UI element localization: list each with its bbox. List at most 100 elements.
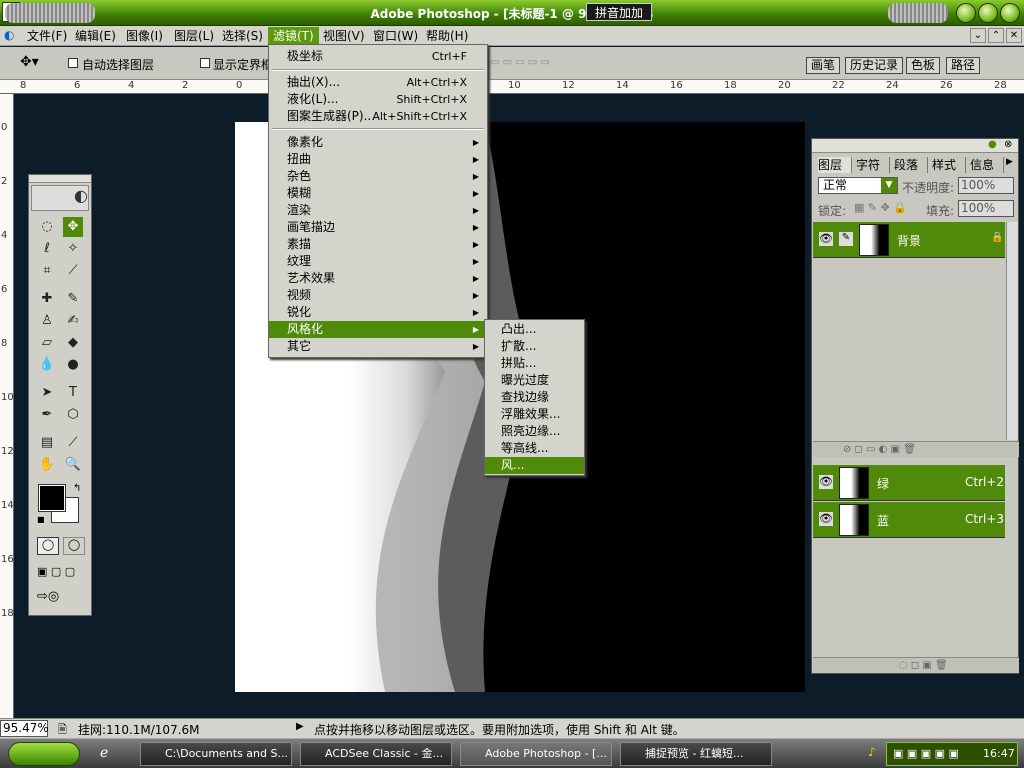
menu-layer[interactable]: 图层(L) (169, 27, 219, 45)
channels-footer-icons[interactable]: ◌ ◻ ▣ 🗑 (813, 657, 1019, 673)
align-buttons[interactable]: ▭ ▭ ▭ ▭ ▭ (490, 57, 600, 69)
visibility-eye-icon[interactable]: 👁 (819, 232, 833, 246)
ime-indicator[interactable]: 拼音加加 (586, 3, 652, 21)
move-tool-icon[interactable]: ✥▾ (20, 54, 39, 70)
dodge-icon[interactable]: ● (63, 355, 83, 375)
magic-wand-icon[interactable]: ✧ (63, 239, 83, 259)
start-button[interactable] (8, 742, 80, 766)
standard-mode-icon[interactable]: ◯ (37, 537, 59, 555)
crop-icon[interactable]: ⌗ (37, 261, 57, 281)
brush-link-icon[interactable]: ✎ (839, 232, 853, 246)
menu-item-distort[interactable]: 扭曲 ▶ (269, 151, 487, 168)
tab-layers[interactable]: 图层 (818, 157, 852, 173)
maximize-button[interactable] (978, 3, 998, 23)
layers-scrollbar[interactable] (1006, 222, 1018, 440)
task-capture-preview[interactable]: 捕捉预览 - 红螭短... (620, 742, 772, 766)
pen-icon[interactable]: ✒ (37, 405, 57, 425)
tray-volume-icon[interactable]: ♪ (868, 745, 876, 759)
path-select-icon[interactable]: ➤ (37, 383, 57, 403)
hand-icon[interactable]: ✋ (37, 455, 57, 475)
layers-footer-icons[interactable]: ⊘ ◻ ▭ ◐ ▣ 🗑 (813, 441, 1019, 457)
submenu-item-emboss[interactable]: 浮雕效果... (485, 406, 584, 423)
history-brush-icon[interactable]: ✍ (63, 311, 83, 331)
menu-help[interactable]: 帮助(H) (421, 27, 473, 45)
document-icon[interactable]: ◐ (4, 28, 20, 44)
doc-restore-icon[interactable]: ⌃ (988, 28, 1004, 43)
visibility-eye-icon[interactable]: 👁 (819, 512, 833, 526)
clone-stamp-icon[interactable]: ♙ (37, 311, 57, 331)
menu-file[interactable]: 文件(F) (22, 27, 72, 45)
brush-icon[interactable]: ✎ (63, 289, 83, 309)
tab-swatches[interactable]: 色板 (906, 57, 941, 74)
screen-mode-icons[interactable]: ▣ ▢ ▢ (37, 565, 75, 578)
menu-item-video[interactable]: 视频 ▶ (269, 287, 487, 304)
tab-paths[interactable]: 路径 (946, 57, 981, 74)
opacity-field[interactable]: 100% (958, 177, 1014, 194)
menu-item-blur[interactable]: 模糊 ▶ (269, 185, 487, 202)
close-button[interactable] (1000, 3, 1020, 23)
palette-menu-icon[interactable]: ▶ (1006, 157, 1013, 167)
quick-mask-icon[interactable]: ◯ (63, 537, 85, 555)
tray-icons[interactable]: ▣ ▣ ▣ ▣ ▣ (893, 743, 959, 765)
slice-icon[interactable]: ⟋ (63, 261, 83, 281)
default-colors-icon[interactable]: ■ (37, 515, 45, 524)
zoom-field[interactable]: 95.47% (0, 720, 49, 737)
menu-select[interactable]: 选择(S) (217, 27, 268, 45)
menu-item-artistic[interactable]: 艺术效果 ▶ (269, 270, 487, 287)
channel-row-blue[interactable]: 👁 蓝 Ctrl+3 (813, 502, 1005, 538)
menu-item-brush-strokes[interactable]: 画笔描边 ▶ (269, 219, 487, 236)
submenu-item-glowing-edges[interactable]: 照亮边缘... (485, 423, 584, 440)
marquee-icon[interactable]: ◌ (37, 217, 57, 237)
paint-bucket-icon[interactable]: ◆ (63, 333, 83, 353)
menu-item-last-filter[interactable]: 极坐标 Ctrl+F (269, 48, 487, 65)
tab-brushes[interactable]: 画笔 (806, 57, 841, 74)
menu-item-liquify[interactable]: 液化(L)... Shift+Ctrl+X (269, 91, 487, 108)
menu-item-pattern-maker[interactable]: 图案生成器(P)... Alt+Shift+Ctrl+X (269, 108, 487, 125)
blur-icon[interactable]: 💧 (37, 355, 57, 375)
doc-close-icon[interactable]: ✕ (1006, 28, 1022, 43)
layer-row-background[interactable]: 👁 ✎ 背景 🔒 (813, 222, 1005, 258)
menu-edit[interactable]: 编辑(E) (70, 27, 121, 45)
task-acdsee[interactable]: ACDSee Classic - 金... (300, 742, 452, 766)
submenu-item-tiles[interactable]: 拼贴... (485, 355, 584, 372)
type-icon[interactable]: T (63, 383, 83, 403)
palette-titlebar[interactable]: ● ⊗ (812, 139, 1018, 153)
visibility-eye-icon[interactable]: 👁 (819, 475, 833, 489)
menu-item-extract[interactable]: 抽出(X)... Alt+Ctrl+X (269, 74, 487, 91)
submenu-item-wind[interactable]: 风... (485, 457, 584, 474)
zoom-icon[interactable]: 🔍 (63, 455, 83, 475)
move-tool-icon[interactable]: ✥ (63, 217, 83, 237)
feather-logo-icon[interactable]: ◐ (31, 185, 89, 211)
minimize-button[interactable] (956, 3, 976, 23)
submenu-item-diffuse[interactable]: 扩散... (485, 338, 584, 355)
ie-icon[interactable]: ℯ (100, 745, 108, 761)
menu-item-render[interactable]: 渲染 ▶ (269, 202, 487, 219)
swap-colors-icon[interactable]: ↰ (73, 483, 81, 494)
auto-select-checkbox[interactable] (68, 58, 78, 68)
show-bounds-checkbox[interactable] (200, 58, 210, 68)
palette-close-icon[interactable]: ⊗ (1004, 139, 1012, 150)
submenu-item-trace-contour[interactable]: 等高线... (485, 440, 584, 457)
tab-styles[interactable]: 样式 (932, 157, 966, 173)
menu-window[interactable]: 窗口(W) (368, 27, 423, 45)
shape-icon[interactable]: ⬡ (63, 405, 83, 425)
eyedropper-icon[interactable]: ⟋ (63, 433, 83, 453)
doc-minimize-icon[interactable]: ⌄ (970, 28, 986, 43)
menu-view[interactable]: 视图(V) (318, 27, 370, 45)
menu-item-texture[interactable]: 纹理 ▶ (269, 253, 487, 270)
tab-history[interactable]: 历史记录 (845, 57, 904, 74)
task-explorer[interactable]: C:\Documents and S... (140, 742, 292, 766)
blend-mode-select[interactable]: 正常 ▼ (818, 177, 898, 194)
submenu-item-find-edges[interactable]: 查找边缘 (485, 389, 584, 406)
eraser-icon[interactable]: ▱ (37, 333, 57, 353)
healing-brush-icon[interactable]: ✚ (37, 289, 57, 309)
task-photoshop[interactable]: Adobe Photoshop - [... (460, 742, 612, 766)
toolbox-titlebar[interactable] (29, 175, 91, 183)
jump-to-imageready-icon[interactable]: ⇨◎ (37, 589, 59, 604)
lasso-icon[interactable]: ℓ (37, 239, 57, 259)
lock-icons[interactable]: ▦ ✎ ✥ 🔒 (854, 201, 907, 214)
status-arrow-icon[interactable]: ▶ (296, 721, 304, 732)
submenu-item-solarize[interactable]: 曝光过度 (485, 372, 584, 389)
tab-paragraph[interactable]: 段落 (894, 157, 928, 173)
palette-minimize-icon[interactable]: ● (988, 139, 997, 150)
